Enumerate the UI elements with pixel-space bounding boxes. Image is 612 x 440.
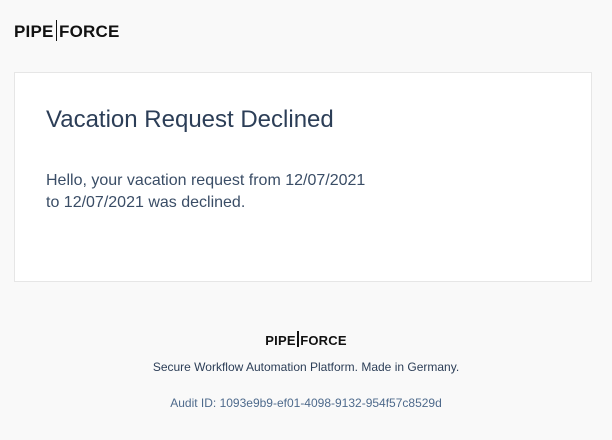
- message-line-2: to 12/07/2021 was declined.: [46, 194, 246, 211]
- message-card: Vacation Request Declined Hello, your va…: [14, 72, 592, 282]
- footer-logo-divider: [297, 331, 299, 347]
- logo-divider: [55, 19, 58, 41]
- pipeforce-logo: PIPE FORCE: [14, 19, 120, 42]
- logo-text-pipe: PIPE: [14, 21, 54, 41]
- audit-id: Audit ID: 1093e9b9-ef01-4098-9132-954f57…: [170, 396, 442, 410]
- footer-pipeforce-logo: PIPE FORCE: [265, 331, 347, 348]
- footer: PIPE FORCE Secure Workflow Automation Pl…: [0, 330, 612, 411]
- message-line-1: Hello, your vacation request from 12/07/…: [46, 172, 366, 189]
- header-logo: PIPE FORCE: [14, 19, 120, 42]
- footer-logo-text-force: FORCE: [300, 332, 347, 348]
- footer-tagline: Secure Workflow Automation Platform. Mad…: [152, 360, 460, 374]
- footer-logo-wrap: PIPE FORCE: [0, 330, 612, 350]
- logo-text-force: FORCE: [59, 21, 120, 41]
- message-title: Vacation Request Declined: [46, 106, 334, 133]
- footer-logo-text-pipe: PIPE: [265, 332, 296, 348]
- message-body: Hello, your vacation request from 12/07/…: [46, 170, 386, 214]
